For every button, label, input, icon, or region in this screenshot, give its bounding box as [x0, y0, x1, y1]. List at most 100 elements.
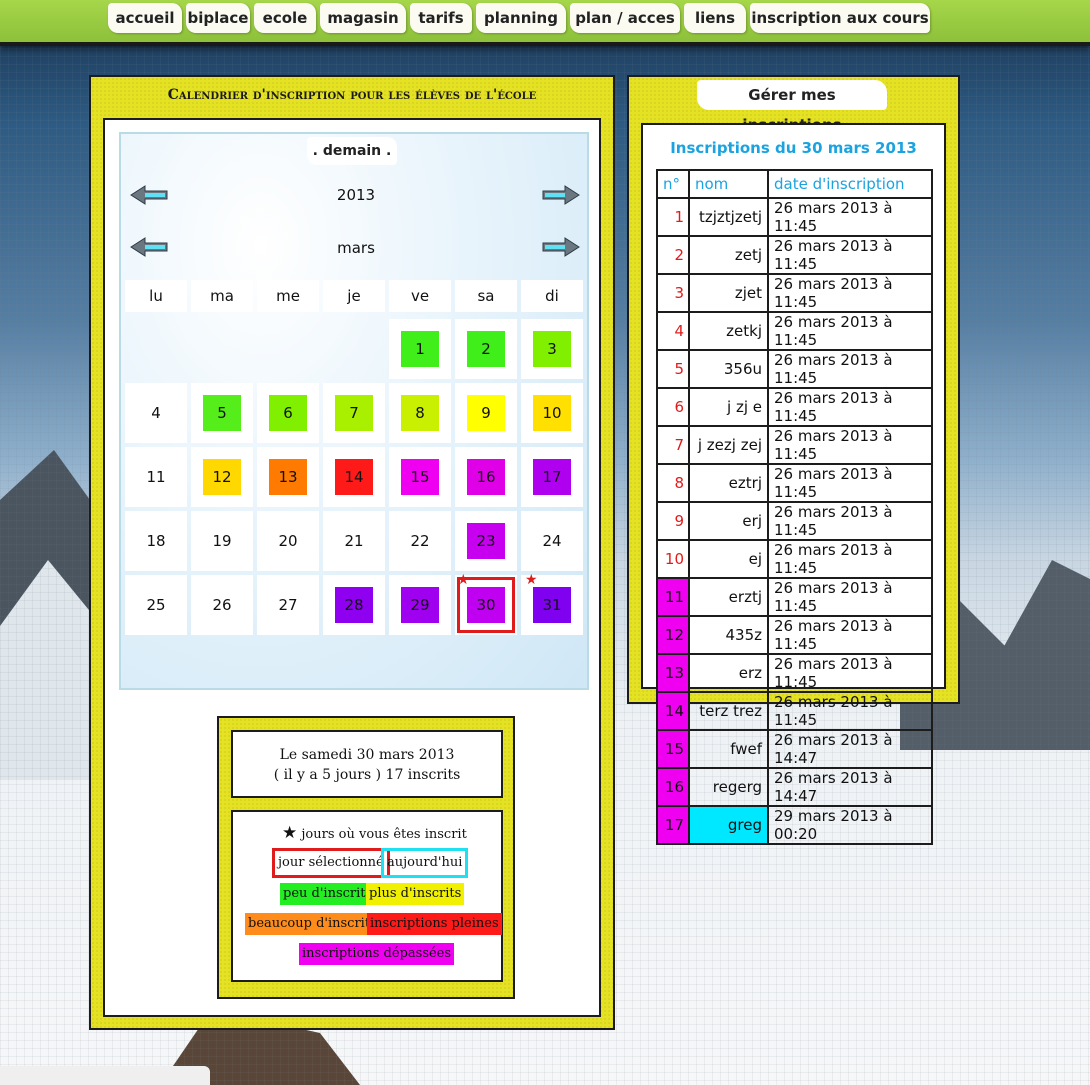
nav-item-ecole[interactable]: ecole	[254, 3, 316, 33]
calendar-day[interactable]: 2	[455, 319, 517, 379]
calendar-day-number: 17	[533, 459, 571, 495]
calendar-day[interactable]: 25	[125, 575, 187, 635]
weekday-header: di	[521, 280, 583, 312]
calendar-day[interactable]: 19	[191, 511, 253, 571]
calendar-day-number: 11	[146, 468, 166, 486]
calendar-day-number: 9	[467, 395, 505, 431]
row-name: j zezj zej	[688, 425, 769, 465]
year-label: 2013	[336, 186, 376, 204]
row-number: 17	[656, 805, 690, 845]
table-row: 2 zetj 26 mars 2013 à 11:45	[656, 235, 933, 275]
calendar-day[interactable]: 11	[125, 447, 187, 507]
calendar-day[interactable]: 23	[455, 511, 517, 571]
calendar-day-number: 16	[467, 459, 505, 495]
row-name: zetkj	[688, 311, 769, 351]
row-date: 26 mars 2013 à 11:45	[767, 273, 933, 313]
table-row: 10 ej 26 mars 2013 à 11:45	[656, 539, 933, 579]
calendar-day[interactable]: 18	[125, 511, 187, 571]
row-date: 26 mars 2013 à 11:45	[767, 691, 933, 731]
selected-day-info-box: Le samedi 30 mars 2013 ( il y a 5 jours …	[217, 716, 515, 999]
registrations-panel-body: Inscriptions du 30 mars 2013 n° nom date…	[641, 123, 946, 845]
row-number: 9	[656, 501, 690, 541]
calendar-day[interactable]: 28	[323, 575, 385, 635]
nav-item-magasin[interactable]: magasin	[320, 3, 406, 33]
row-number: 8	[656, 463, 690, 503]
table-row: 13 erz 26 mars 2013 à 11:45	[656, 653, 933, 693]
table-row: 15 fwef 26 mars 2013 à 14:47	[656, 729, 933, 769]
calendar-day[interactable]: 9	[455, 383, 517, 443]
row-date: 26 mars 2013 à 11:45	[767, 615, 933, 655]
table-row: 3 zjet 26 mars 2013 à 11:45	[656, 273, 933, 313]
nav-item-tarifs[interactable]: tarifs	[410, 3, 472, 33]
row-name: terz trez	[688, 691, 769, 731]
row-number: 1	[656, 197, 690, 237]
table-row: 12 435z 26 mars 2013 à 11:45	[656, 615, 933, 655]
calendar-day[interactable]: 29	[389, 575, 451, 635]
selected-date-text: Le samedi 30 mars 2013	[279, 747, 455, 763]
weekday-header: je	[323, 280, 385, 312]
next-year-arrow-icon[interactable]	[541, 184, 581, 206]
calendar-day[interactable]: 21	[323, 511, 385, 571]
table-row: 11 erztj 26 mars 2013 à 11:45	[656, 577, 933, 617]
nav-item-inscription-aux-cours[interactable]: inscription aux cours	[750, 3, 930, 33]
calendar-day[interactable]: 15	[389, 447, 451, 507]
calendar-day-number: 2	[467, 331, 505, 367]
calendar-day[interactable]: 5	[191, 383, 253, 443]
calendar-day[interactable]: 24	[521, 511, 583, 571]
legend-selected: jour sélectionné	[272, 848, 390, 878]
bottom-scroll-tab	[0, 1066, 210, 1085]
table-row: 4 zetkj 26 mars 2013 à 11:45	[656, 311, 933, 351]
column-header-date: date d'inscription	[767, 169, 933, 199]
row-name: greg	[688, 805, 769, 845]
row-number: 5	[656, 349, 690, 389]
nav-item-biplace[interactable]: biplace	[186, 3, 250, 33]
calendar-day[interactable]: 27	[257, 575, 319, 635]
calendar-day[interactable]: 26	[191, 575, 253, 635]
next-month-arrow-icon[interactable]	[541, 236, 581, 258]
calendar-day[interactable]: 17	[521, 447, 583, 507]
calendar-day[interactable]: 1	[389, 319, 451, 379]
nav-item-accueil[interactable]: accueil	[108, 3, 182, 33]
calendar-day-number: 31	[533, 587, 571, 623]
nav-item-liens[interactable]: liens	[684, 3, 746, 33]
table-row: 1 tzjztjzetj 26 mars 2013 à 11:45	[656, 197, 933, 237]
prev-year-arrow-icon[interactable]	[129, 184, 169, 206]
calendar-day[interactable]: 4	[125, 383, 187, 443]
legend-few: peu d'inscrits	[280, 883, 376, 905]
selected-day-summary: Le samedi 30 mars 2013 ( il y a 5 jours …	[231, 730, 503, 798]
calendar-day[interactable]: 20	[257, 511, 319, 571]
row-name: 435z	[688, 615, 769, 655]
row-date: 26 mars 2013 à 11:45	[767, 349, 933, 389]
tomorrow-button[interactable]: . demain .	[307, 137, 397, 165]
row-date: 26 mars 2013 à 11:45	[767, 501, 933, 541]
calendar-day[interactable]: 10	[521, 383, 583, 443]
calendar-day[interactable]: 30 ★	[455, 573, 517, 635]
manage-registrations-tab[interactable]: Gérer mes inscriptions	[697, 80, 887, 134]
calendar-day[interactable]: 14	[323, 447, 385, 507]
row-name: zetj	[688, 235, 769, 275]
nav-item-planning[interactable]: planning	[476, 3, 566, 33]
legend-star-row: ★ jours où vous êtes inscrit	[279, 822, 470, 844]
calendar-panel-title: Calendrier d'inscription pour les élèves…	[167, 87, 537, 103]
legend-today: aujourd'hui	[381, 848, 469, 878]
nav-item-plan-acces[interactable]: plan / acces	[570, 3, 680, 33]
calendar-day[interactable]: 12	[191, 447, 253, 507]
calendar-day[interactable]: 6	[257, 383, 319, 443]
calendar-day[interactable]: 8	[389, 383, 451, 443]
calendar-day[interactable]: 3	[521, 319, 583, 379]
calendar-day[interactable]: 7	[323, 383, 385, 443]
row-number: 2	[656, 235, 690, 275]
calendar-day[interactable]: 22	[389, 511, 451, 571]
calendar-day-number: 3	[533, 331, 571, 367]
table-row: 6j zj e 26 mars 2013 à 11:45	[656, 387, 933, 427]
star-icon: ★	[282, 823, 298, 843]
legend-many: beaucoup d'inscrits	[245, 913, 380, 935]
legend-star-text: jours où vous êtes inscrit	[301, 827, 467, 842]
column-header-number: n°	[656, 169, 690, 199]
calendar-day[interactable]: 31 ★	[521, 573, 583, 635]
row-number: 6	[656, 387, 690, 427]
calendar-day[interactable]: 13	[257, 447, 319, 507]
row-number: 7	[656, 425, 690, 465]
prev-month-arrow-icon[interactable]	[129, 236, 169, 258]
calendar-day[interactable]: 16	[455, 447, 517, 507]
